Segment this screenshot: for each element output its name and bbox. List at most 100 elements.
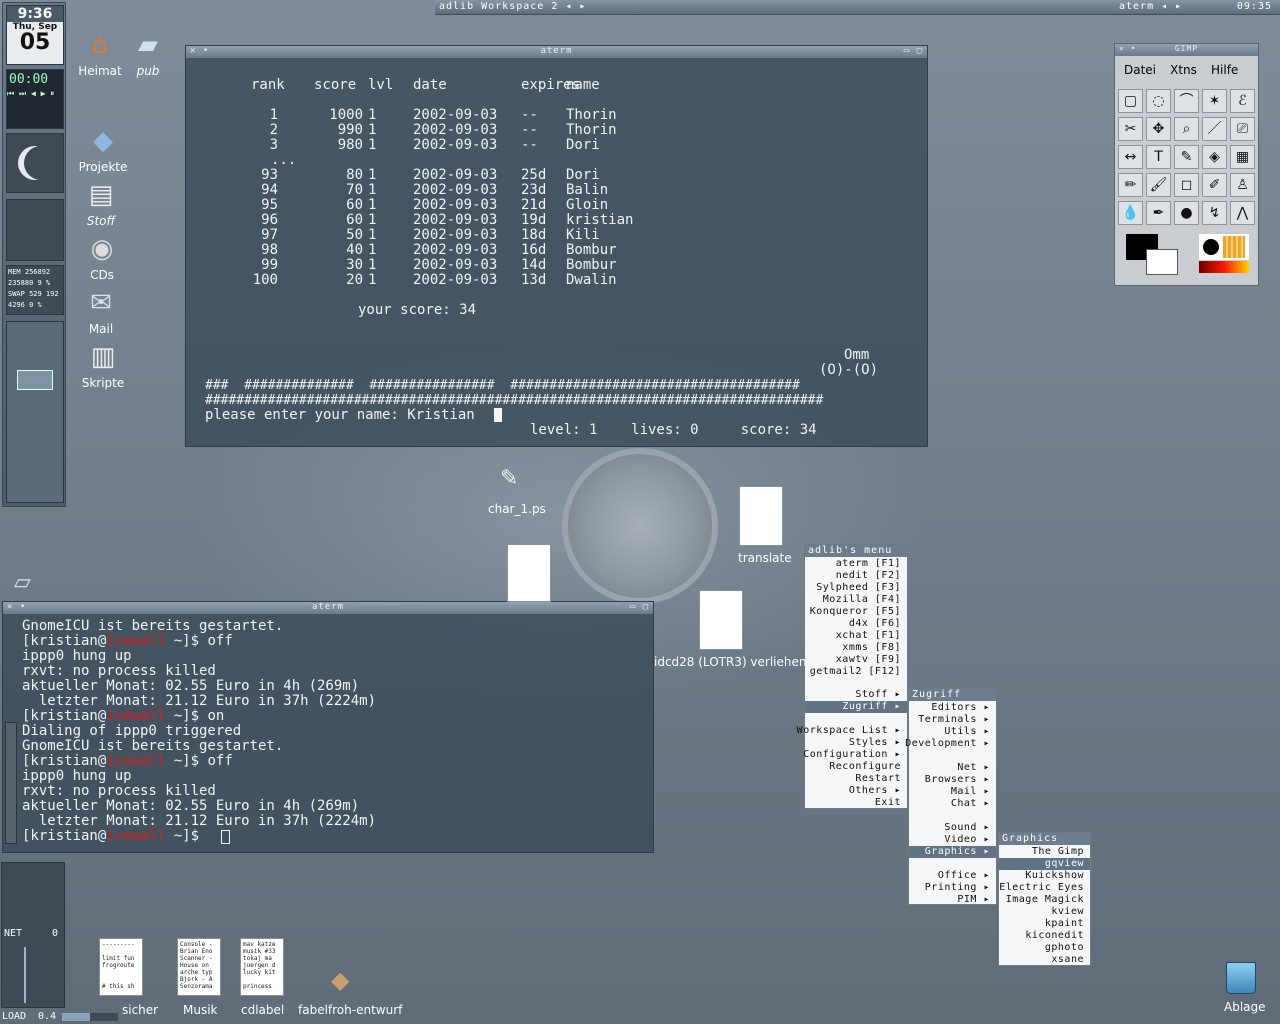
menu-item[interactable]: xsane	[1051, 954, 1084, 966]
trash-icon[interactable]	[1226, 962, 1256, 994]
menu-item[interactable]: Electric Eyes	[999, 882, 1084, 894]
workspace-label[interactable]: adlib Workspace 2 ◂ ▸	[439, 1, 586, 12]
tool-button[interactable]: 🖌	[1146, 173, 1171, 197]
menu-hilfe[interactable]: Hilfe	[1211, 63, 1238, 77]
menu-item[interactable]: xchat [F1]	[836, 630, 901, 642]
menu-item[interactable]: gphoto	[1045, 942, 1084, 954]
menu-item[interactable]: Configuration ▸	[803, 749, 901, 761]
tool-button[interactable]: ◌	[1146, 89, 1171, 113]
menu-item[interactable]: xmms [F8]	[842, 642, 901, 654]
xmms-applet[interactable]: 00:00 ⏮ ⏭ ◀ ▶ ⏸	[6, 69, 64, 129]
file-fabelfroh-label[interactable]: fabelfroh-entwurf	[298, 1003, 402, 1017]
window-titlebar[interactable]: ✕ • GIMP	[1115, 44, 1258, 56]
scrollbar[interactable]	[5, 722, 17, 844]
tool-button[interactable]: ✎	[1174, 145, 1199, 169]
postscript-icon[interactable]: ✎	[500, 466, 532, 494]
tool-button[interactable]: ／	[1202, 117, 1227, 141]
file-translate-icon[interactable]	[739, 486, 783, 546]
menu-item[interactable]: Printing ▸	[925, 882, 990, 894]
terminal-content[interactable]: rank score lvl date expires name 1 1000 1 2002-09…	[186, 58, 927, 446]
menu-datei[interactable]: Datei	[1124, 63, 1156, 77]
menu-item[interactable]: Zugriff ▸	[805, 701, 907, 713]
file-cd-icon[interactable]	[699, 590, 743, 650]
aterm-shell-window[interactable]: ✕ • aterm ▭ ▢ GnomeICU ist bereits gesta…	[2, 601, 654, 853]
file-cd-label[interactable]: idcd28 (LOTR3) verliehen	[654, 655, 807, 669]
menu-item[interactable]: Mozilla [F4]	[823, 594, 901, 606]
tool-button[interactable]: ✐	[1202, 173, 1227, 197]
file-cdlabel-label[interactable]: cdlabel	[241, 1003, 284, 1017]
tool-button[interactable]: ✏	[1118, 173, 1143, 197]
tool-button[interactable]: ●	[1174, 201, 1199, 225]
menu-item[interactable]: Restart	[855, 773, 901, 785]
menu-item[interactable]: Net ▸	[957, 762, 990, 774]
menu-item[interactable]: d4x [F6]	[849, 618, 901, 630]
tool-button[interactable]: ↯	[1202, 201, 1227, 225]
tool-button[interactable]: ▢	[1118, 89, 1143, 113]
tool-button[interactable]: 💧	[1118, 201, 1143, 225]
file-sicher-label[interactable]: sicher	[122, 1003, 158, 1017]
window-titlebar[interactable]: ✕ • aterm ▭ ▢	[3, 602, 653, 614]
menu-item[interactable]: kiconedit	[1025, 930, 1084, 942]
menu-item[interactable]: Styles ▸	[849, 737, 901, 749]
tool-button[interactable]: ✥	[1146, 117, 1171, 141]
menu-item[interactable]: nedit [F2]	[836, 570, 901, 582]
menu-item[interactable]: Terminals ▸	[918, 714, 990, 726]
brush-preview[interactable]	[1199, 234, 1249, 260]
menu-item[interactable]: gqview	[999, 858, 1090, 870]
aterm-game-window[interactable]: ✕ • aterm ▭ ▢ rank score lvl date expires nam…	[185, 45, 928, 447]
workspace-bar[interactable]: adlib Workspace 2 ◂ ▸ aterm ◂ ▸ 09:35	[435, 0, 1280, 15]
menu-item[interactable]: aterm [F1]	[836, 558, 901, 570]
menu-item[interactable]: Video ▸	[944, 834, 990, 846]
terminal-content[interactable]: GnomeICU ist bereits gestartet. [kristian…	[3, 614, 653, 852]
pager-applet[interactable]	[6, 321, 64, 503]
menu-item[interactable]: Sylpheed [F3]	[816, 582, 901, 594]
tool-button[interactable]: ◈	[1202, 145, 1227, 169]
close-icon[interactable]: ✕ •	[7, 602, 26, 612]
menu-item[interactable]: kview	[1051, 906, 1084, 918]
palm-icon[interactable]: ▱	[14, 570, 31, 595]
gimp-toolbox[interactable]: ✕ • GIMP Datei Xtns Hilfe ▢ ◌ ⌒ ✶ ℰ ✂ ✥ ⌕ ／ ⎚ ↔ T ✎ ◈…	[1114, 43, 1259, 286]
window-buttons[interactable]: ▭ ▢	[904, 46, 923, 56]
tool-button[interactable]: ⌕	[1174, 117, 1199, 141]
menu-item[interactable]: Exit	[875, 797, 901, 809]
tool-button[interactable]: ✂	[1118, 117, 1143, 141]
tool-button[interactable]: ⋀	[1230, 201, 1255, 225]
doc-preview-3[interactable]: mav katze musik #33 tokaj ma juergen d l…	[240, 938, 284, 996]
desktop-icon-pub[interactable]: ▰ pub	[108, 30, 188, 78]
tool-button[interactable]: T	[1146, 145, 1171, 169]
desktop-icon-cds[interactable]: ◉ CDs	[62, 234, 142, 282]
menu-xtns[interactable]: Xtns	[1170, 63, 1197, 77]
background-swatch[interactable]	[1146, 249, 1178, 275]
desktop-icon-stoff[interactable]: ▤ Stoff	[61, 180, 141, 228]
trash-label[interactable]: Ablage	[1224, 1000, 1266, 1014]
menu-item[interactable]: Development ▸	[905, 738, 990, 750]
window-titlebar[interactable]: ✕ • aterm ▭ ▢	[186, 46, 927, 58]
doc-preview-1[interactable]: --------- limit fun frogroute # this sh	[99, 938, 143, 996]
close-icon[interactable]: ✕ •	[1119, 44, 1136, 53]
pager-window[interactable]	[17, 370, 53, 390]
graphics-submenu[interactable]: Graphics The Gimp gqview Kuickshow Electric…	[998, 832, 1091, 966]
tool-button[interactable]: ▦	[1230, 145, 1255, 169]
menu-item[interactable]: Editors ▸	[931, 702, 990, 714]
menu-item[interactable]: Workspace List ▸	[797, 725, 901, 737]
menu-item[interactable]: Utils ▸	[944, 726, 990, 738]
player-controls[interactable]: ⏮ ⏭ ◀ ▶ ⏸	[7, 89, 63, 99]
doc-preview-2[interactable]: Console - Brian Eno Scanner - House on a…	[177, 938, 221, 996]
menu-item[interactable]: The Gimp	[1032, 846, 1084, 858]
menu-item[interactable]: Konqueror [F5]	[810, 606, 901, 618]
file-char-ps-label[interactable]: char_1.ps	[488, 502, 546, 516]
menu-item[interactable]: getmail2 [F12]	[810, 666, 901, 678]
file-translate-label[interactable]: translate	[738, 551, 792, 565]
root-menu[interactable]: adlib's menu aterm [F1] nedit [F2] Sylphee…	[797, 544, 908, 809]
menu-item[interactable]: Office ▸	[938, 870, 990, 882]
tool-button[interactable]: ↔	[1118, 145, 1143, 169]
desktop-icon-mail[interactable]: ✉ Mail	[61, 288, 141, 336]
tool-button[interactable]: ⎚	[1230, 117, 1255, 141]
gradient-preview[interactable]	[1199, 261, 1249, 273]
tool-button[interactable]: ⌒	[1174, 89, 1199, 113]
draft-icon[interactable]: ◆	[331, 966, 349, 994]
menu-item[interactable]: Reconfigure	[829, 761, 901, 773]
menu-item[interactable]: Kuickshow	[1025, 870, 1084, 882]
tool-button[interactable]: ✶	[1202, 89, 1227, 113]
tool-button[interactable]: ✒	[1146, 201, 1171, 225]
